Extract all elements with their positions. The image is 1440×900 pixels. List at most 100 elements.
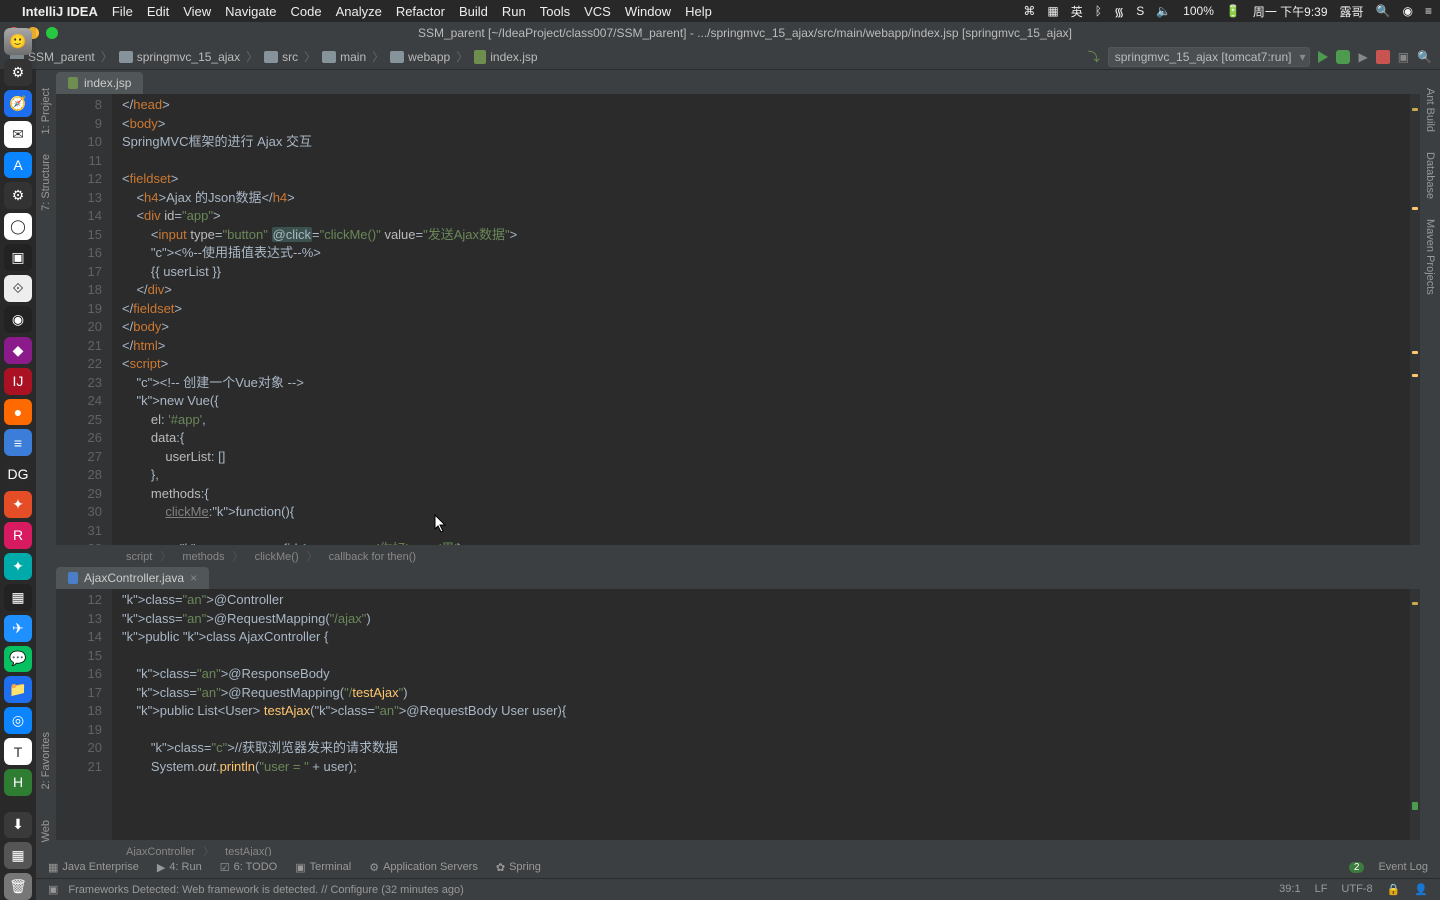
app-icon[interactable]: ● (4, 399, 32, 426)
chrome-icon[interactable]: ◯ (4, 213, 32, 240)
close-icon[interactable]: × (190, 571, 197, 585)
app-icon[interactable]: ▦ (4, 842, 32, 869)
spotlight-icon[interactable]: 🔍 (1376, 4, 1391, 18)
menu-vcs[interactable]: VCS (584, 4, 611, 19)
scrollbar[interactable] (1410, 94, 1420, 545)
tool-todo[interactable]: ☑ 6: TODO (220, 861, 277, 874)
scrollbar[interactable] (1410, 589, 1420, 840)
breadcrumb[interactable]: index.jsp (472, 50, 539, 64)
breadcrumb[interactable]: src (262, 50, 300, 64)
folder-icon[interactable]: 📁 (4, 676, 32, 703)
cc-icon[interactable]: ≡ (1425, 4, 1432, 18)
app-icon[interactable]: ✦ (4, 553, 32, 580)
event-log[interactable]: Event Log (1378, 861, 1428, 873)
menu-refactor[interactable]: Refactor (396, 4, 445, 19)
window-title: SSM_parent [~/IdeaProject/class007/SSM_p… (418, 26, 1072, 40)
line-sep[interactable]: LF (1315, 883, 1328, 896)
layout-icon[interactable]: ▣ (1398, 50, 1409, 64)
downloads-icon[interactable]: ⬇ (4, 812, 32, 839)
bt-icon[interactable]: ᛒ (1095, 4, 1102, 18)
tool-web[interactable]: Web (40, 812, 52, 850)
lock-icon[interactable]: 🔒 (1387, 883, 1401, 896)
app-icon[interactable]: ⚙ (4, 182, 32, 209)
vol-icon[interactable]: 🔈 (1156, 4, 1171, 18)
obs-icon[interactable]: ◉ (4, 306, 32, 333)
tool-project[interactable]: 1: Project (40, 80, 52, 142)
app-icon[interactable]: ◎ (4, 707, 32, 734)
menu-code[interactable]: Code (290, 4, 321, 19)
tool-ant[interactable]: Ant Build (1424, 80, 1436, 140)
toolwindows-icon[interactable]: ▣ (48, 883, 58, 896)
breadcrumb[interactable]: webapp (388, 50, 452, 64)
app-icon[interactable]: ⟐ (4, 275, 32, 302)
tab-indexjsp[interactable]: index.jsp (56, 72, 143, 94)
tool-spring[interactable]: ✿ Spring (496, 861, 541, 874)
app-icon[interactable]: ▦ (4, 584, 32, 611)
run-icon[interactable] (1318, 51, 1328, 63)
ext-icon[interactable]: S (1136, 4, 1144, 18)
run-config-select[interactable]: springmvc_15_ajax [tomcat7:run] (1108, 47, 1311, 67)
tool-appservers[interactable]: ⚙ Application Servers (369, 861, 478, 874)
tray-icon[interactable]: ▦ (1047, 4, 1058, 18)
tab-ajaxcontroller[interactable]: AjaxController.java× (56, 567, 209, 589)
app-icon[interactable]: H (4, 769, 32, 796)
encoding[interactable]: UTF-8 (1341, 883, 1372, 896)
mail-icon[interactable]: ✉ (4, 121, 32, 148)
app-icon[interactable]: R (4, 522, 32, 549)
menu-tools[interactable]: Tools (540, 4, 570, 19)
safari-icon[interactable]: 🧭 (4, 90, 32, 117)
stop-icon[interactable] (1376, 50, 1390, 64)
menu-window[interactable]: Window (625, 4, 671, 19)
trash-icon[interactable]: 🗑 (4, 873, 32, 900)
hector-icon[interactable]: 👤 (1414, 883, 1428, 896)
menu-file[interactable]: File (112, 4, 133, 19)
menu-run[interactable]: Run (502, 4, 526, 19)
wechat-icon[interactable]: 💬 (4, 646, 32, 673)
tool-terminal[interactable]: ▣ Terminal (295, 861, 351, 874)
breadcrumb[interactable]: main (320, 50, 368, 64)
menu-navigate[interactable]: Navigate (225, 4, 276, 19)
wifi-icon[interactable]: ᯾ (1114, 3, 1124, 20)
battery-icon[interactable]: 100% (1183, 4, 1214, 18)
coverage-icon[interactable]: ▶ (1358, 50, 1367, 64)
tool-database[interactable]: Database (1424, 144, 1436, 207)
intellij-icon[interactable]: IJ (4, 368, 32, 395)
editor-pane-top[interactable]: 8910111213141516171819202122232425262728… (56, 94, 1420, 545)
app-icon[interactable]: ◆ (4, 337, 32, 364)
editor-pane-bottom[interactable]: 12131415161718192021 "k">class="an">@Con… (56, 589, 1420, 840)
datagrip-icon[interactable]: DG (4, 460, 32, 487)
caret-pos[interactable]: 39:1 (1279, 883, 1300, 896)
user[interactable]: 露哥 (1340, 3, 1364, 20)
breadcrumb[interactable]: springmvc_15_ajax (117, 50, 242, 64)
app-icon[interactable]: ✈ (4, 615, 32, 642)
debug-icon[interactable] (1336, 50, 1350, 64)
tool-favorites[interactable]: 2: Favorites (40, 724, 52, 797)
status-message[interactable]: Frameworks Detected: Web framework is de… (68, 884, 463, 896)
app-icon[interactable]: ⚙ (4, 59, 32, 86)
tool-javaee[interactable]: ▦ Java Enterprise (48, 861, 139, 874)
tool-maven[interactable]: Maven Projects (1424, 211, 1436, 303)
zoom-icon[interactable] (46, 27, 58, 39)
menu-build[interactable]: Build (459, 4, 488, 19)
terminal-icon[interactable]: ▣ (4, 244, 32, 271)
vscode-icon[interactable]: ≡ (4, 429, 32, 456)
tool-run[interactable]: ▶ 4: Run (157, 861, 202, 874)
menu-edit[interactable]: Edit (147, 4, 169, 19)
textedit-icon[interactable]: T (4, 738, 32, 765)
appstore-icon[interactable]: A (4, 152, 32, 179)
tool-structure[interactable]: 7: Structure (40, 146, 52, 219)
code-area[interactable]: "k">class="an">@Controller"k">class="an"… (112, 589, 1420, 840)
build-icon[interactable]: ⤵ (1088, 48, 1100, 65)
siri-icon[interactable]: ◉ (1403, 4, 1413, 18)
code-area[interactable]: </head><body>SpringMVC框架的进行 Ajax 交互 <fie… (112, 94, 1420, 545)
clock[interactable]: 周一 下午9:39 (1253, 3, 1328, 20)
search-icon[interactable]: 🔍 (1417, 50, 1432, 64)
tray-icon[interactable]: ⌘ (1023, 4, 1035, 18)
app-icon[interactable]: ✦ (4, 491, 32, 518)
editor-tabs: index.jsp (56, 70, 1420, 94)
menu-help[interactable]: Help (685, 4, 712, 19)
finder-icon[interactable]: 🙂 (4, 28, 32, 55)
menu-analyze[interactable]: Analyze (336, 4, 382, 19)
menu-view[interactable]: View (183, 4, 211, 19)
ime-icon[interactable]: 英 (1071, 3, 1083, 20)
